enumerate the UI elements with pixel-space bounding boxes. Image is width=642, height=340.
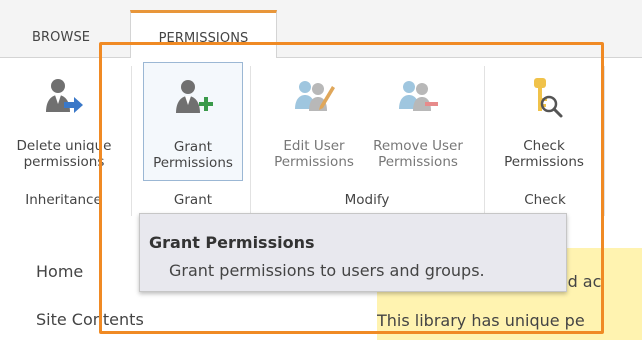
group-separator — [250, 66, 251, 216]
check-permissions-label: Check Permissions — [504, 138, 584, 170]
edit-user-permissions-label: Edit User Permissions — [274, 138, 354, 170]
edit-user-permissions-button[interactable]: Edit User Permissions — [265, 62, 363, 182]
group-label-modify: Modify — [344, 192, 390, 208]
group-separator — [604, 66, 605, 216]
tooltip-description: Grant permissions to users and groups. — [169, 261, 485, 280]
nav-link-site-contents[interactable]: Site Contents — [36, 310, 144, 329]
delete-unique-permissions-label: Delete unique permissions — [16, 138, 112, 170]
tab-browse[interactable]: BROWSE — [32, 18, 90, 58]
tooltip-title: Grant Permissions — [149, 233, 315, 252]
remove-user-permissions-label: Remove User Permissions — [373, 138, 463, 170]
group-label-inheritance: Inheritance — [25, 192, 102, 208]
ribbon-tab-strip — [0, 0, 642, 58]
status-banner-text-2: This library has unique pe — [377, 311, 585, 330]
group-label-grant: Grant — [173, 192, 213, 208]
ribbon-body: Delete unique permissions Grant Permissi… — [0, 58, 642, 216]
grant-permissions-icon — [176, 80, 213, 113]
group-label-check: Check — [524, 192, 566, 208]
tab-permissions[interactable]: PERMISSIONS — [130, 10, 277, 58]
nav-link-home[interactable]: Home — [36, 262, 83, 281]
grant-permissions-button[interactable]: Grant Permissions — [143, 62, 243, 181]
remove-user-permissions-icon — [399, 81, 438, 111]
delete-unique-permissions-icon — [46, 79, 83, 113]
grant-permissions-tooltip: Grant Permissions Grant permissions to u… — [139, 213, 567, 292]
group-separator — [484, 66, 485, 216]
grant-permissions-label: Grant Permissions — [153, 139, 233, 171]
check-permissions-button[interactable]: Check Permissions — [492, 62, 596, 182]
remove-user-permissions-button[interactable]: Remove User Permissions — [367, 62, 469, 182]
group-separator — [131, 66, 132, 216]
check-permissions-icon — [534, 78, 563, 118]
edit-user-permissions-icon — [295, 81, 335, 111]
delete-unique-permissions-button[interactable]: Delete unique permissions — [6, 62, 122, 182]
